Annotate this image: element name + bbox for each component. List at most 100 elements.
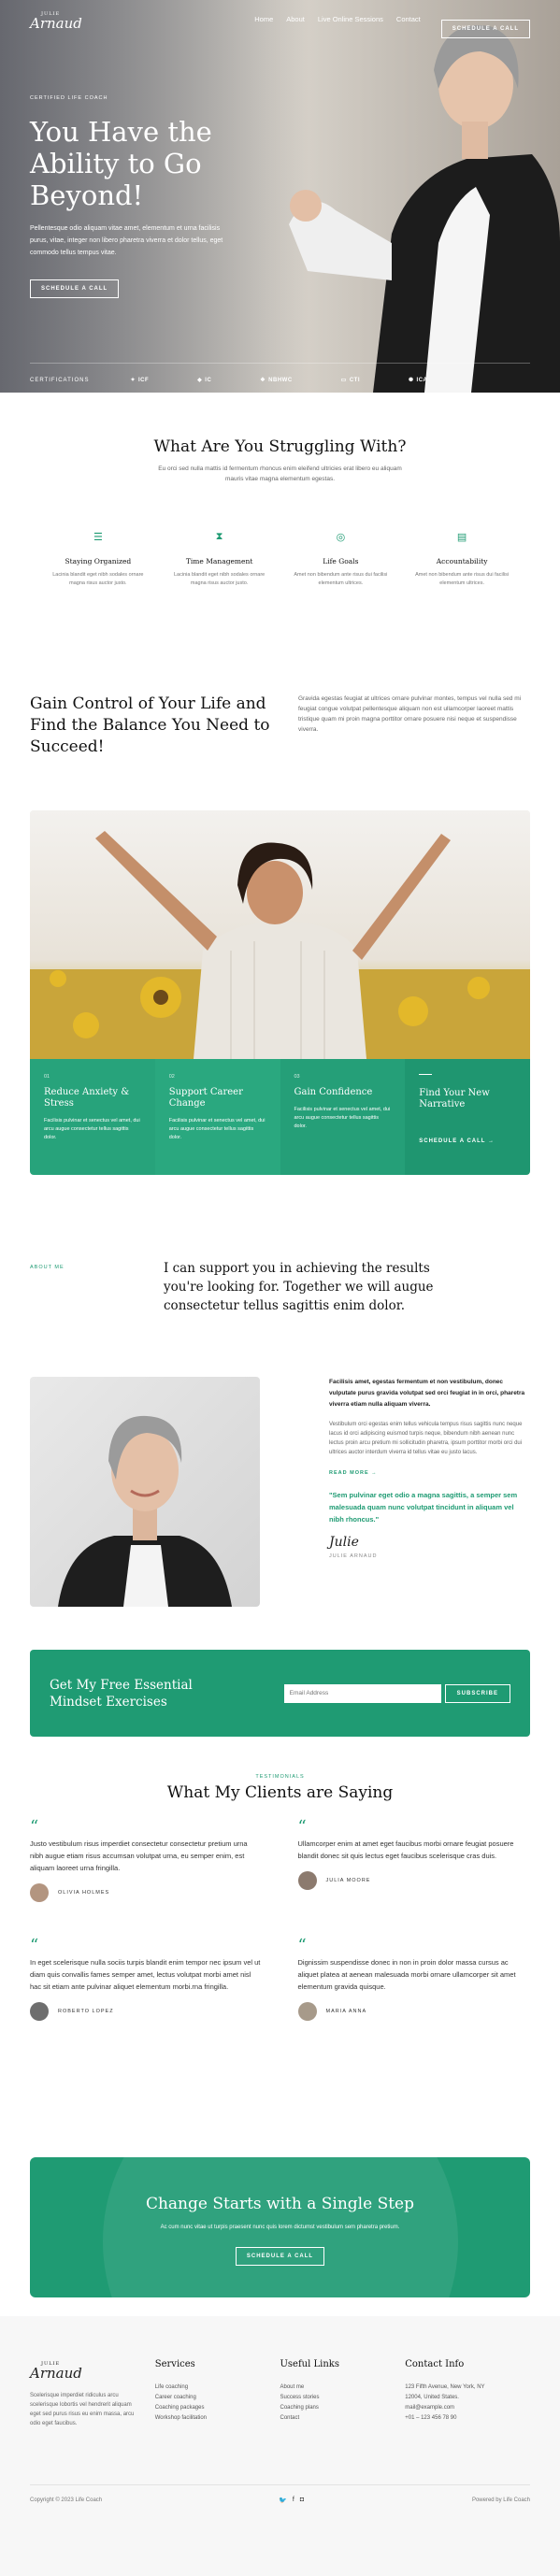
tile-divider xyxy=(419,1074,433,1075)
cert-badge-icon: ▭ CTI xyxy=(340,377,361,384)
benefit-tile: 03 Gain Confidence Facilisis pulvinar et… xyxy=(280,1059,406,1175)
nav-links: Home About Live Online Sessions Contact xyxy=(254,15,421,23)
testimonial-card: “ Dignissim suspendisse donec in non in … xyxy=(297,1938,531,2021)
cert-badge-icon: ◆ IC xyxy=(197,377,212,384)
benefit-tile: 02 Support Career Change Facilisis pulvi… xyxy=(154,1059,280,1175)
nav-schedule-button[interactable]: SCHEDULE A CALL xyxy=(440,20,530,38)
about-eyebrow: ABOUT ME xyxy=(30,1265,65,1270)
footer-link[interactable]: Coaching packages xyxy=(155,2403,280,2413)
author-name: MARIA ANNA xyxy=(325,2009,367,2014)
nav-link-home[interactable]: Home xyxy=(254,15,273,23)
footer-about: JULIE Arnaud Scelerisque imperdiet ridicu… xyxy=(30,2359,155,2428)
testimonials-grid: “ Justo vestibulum risus imperdiet conse… xyxy=(0,1802,560,2021)
contact-phone[interactable]: +01 – 123 456 78 90 xyxy=(405,2413,530,2424)
hero-schedule-button[interactable]: SCHEDULE A CALL xyxy=(30,279,120,298)
certifications-label: CERTIFICATIONS xyxy=(30,377,90,383)
tile-schedule-label: SCHEDULE A CALL xyxy=(419,1138,486,1144)
avatar xyxy=(30,2002,49,2021)
bio-lead: Facilisis amet, egestas fermentum et non… xyxy=(329,1379,525,1408)
bio-paragraph: Vestibulum orci egestas enim tellus vehi… xyxy=(329,1422,523,1455)
tile-title: Find Your New Narrative xyxy=(419,1088,490,1109)
author-name: ROBERTO LOPEZ xyxy=(58,2009,114,2014)
footer-link[interactable]: Coaching plans xyxy=(280,2403,406,2413)
cta-text: Ac cum nunc vitae ut turpis praesent nun… xyxy=(160,2225,400,2230)
feature-text: Lacinia blandit eget nibh sodales ornare… xyxy=(174,572,266,586)
footer-link[interactable]: About me xyxy=(280,2383,406,2393)
instagram-icon[interactable]: ◘ xyxy=(300,2497,304,2504)
footer-services: Services Life coaching Career coaching C… xyxy=(155,2359,280,2428)
read-more-label: READ MORE xyxy=(329,1470,369,1476)
contact-email[interactable]: mail@example.com xyxy=(405,2403,530,2413)
cert-badge-icon: ❖ NBHWC xyxy=(260,377,293,384)
feature-text: Amet non bibendum ante risus dui facilis… xyxy=(415,572,510,586)
tile-number: 01 xyxy=(44,1074,50,1080)
footer-link[interactable]: Contact xyxy=(280,2413,406,2424)
narrative-tile: Find Your New Narrative SCHEDULE A CALL … xyxy=(405,1059,530,1175)
tile-schedule-link[interactable]: SCHEDULE A CALL → xyxy=(419,1138,516,1144)
footer-columns: JULIE Arnaud Scelerisque imperdiet ridicu… xyxy=(30,2359,530,2428)
bio-section: Facilisis amet, egestas fermentum et non… xyxy=(0,1377,560,1650)
footer-link[interactable]: Workshop facilitation xyxy=(155,2413,280,2424)
feature-item: ☰ Staying Organized Lacinia blandit eget… xyxy=(47,531,150,588)
tile-text: Facilisis pulvinar et senectus vel amet,… xyxy=(294,1107,391,1129)
hero-section: JULIE Arnaud Home About Live Online Sessi… xyxy=(0,0,560,393)
cta-schedule-button[interactable]: SCHEDULE A CALL xyxy=(235,2247,325,2266)
cert-label: CTI xyxy=(349,377,361,383)
target-icon: ◎ xyxy=(336,532,346,543)
sunflower-photo xyxy=(30,810,530,1059)
contact-address: 123 Fifth Avenue, New York, NY xyxy=(405,2384,485,2390)
twitter-icon[interactable]: 🐦 xyxy=(279,2497,287,2504)
feature-title: Staying Organized xyxy=(65,557,132,565)
footer-logo[interactable]: JULIE Arnaud xyxy=(30,2359,155,2381)
gain-text: Gravida egestas feugiat at ultrices orna… xyxy=(298,695,522,733)
copyright-text: Copyright © 2023 Life Coach xyxy=(30,2497,103,2503)
coach-photo-svg xyxy=(58,1415,232,1607)
about-title: I can support you in achieving the resul… xyxy=(164,1261,434,1313)
subscribe-button[interactable]: SUBSCRIBE xyxy=(444,1683,510,1703)
testimonial-author: JULIA MOORE xyxy=(297,1871,531,1890)
hero-content: CERTIFIED LIFE COACH You Have the Abilit… xyxy=(30,95,301,298)
site-logo[interactable]: JULIE Arnaud xyxy=(30,9,82,31)
email-field[interactable] xyxy=(283,1683,441,1703)
quote-icon: “ xyxy=(297,1817,307,1837)
read-more-link[interactable]: READ MORE → xyxy=(329,1470,530,1476)
footer-link[interactable]: Career coaching xyxy=(155,2393,280,2403)
list-icon: ☰ xyxy=(93,532,103,543)
tile-number: 02 xyxy=(168,1074,175,1080)
feature-text: Amet non bibendum ante risus dui facilis… xyxy=(294,572,388,586)
footer-link[interactable]: Success stories xyxy=(280,2393,406,2403)
social-links: 🐦 f ◘ xyxy=(279,2497,304,2504)
tile-text: Facilisis pulvinar et senectus vel amet,… xyxy=(44,1118,140,1140)
testimonial-card: “ Justo vestibulum risus imperdiet conse… xyxy=(30,1819,263,1902)
tile-title: Reduce Anxiety & Stress xyxy=(44,1087,130,1109)
nav-link-about[interactable]: About xyxy=(286,15,305,23)
quote-icon: “ xyxy=(30,1936,39,1955)
feature-item: ⧗ Time Management Lacinia blandit eget n… xyxy=(168,531,271,588)
tile-text: Facilisis pulvinar et senectus vel amet,… xyxy=(168,1118,266,1140)
cert-label: IC xyxy=(205,377,212,383)
benefit-tiles: 01 Reduce Anxiety & Stress Facilisis pul… xyxy=(30,1059,530,1175)
certifications-bar: CERTIFICATIONS ✦ ICF ◆ IC ❖ NBHWC ▭ CTI ✺ ICA xyxy=(30,363,530,383)
footer-contact-title: Contact Info xyxy=(405,2359,465,2369)
cert-badge-icon: ✺ ICA xyxy=(409,377,428,384)
nav-link-contact[interactable]: Contact xyxy=(396,15,421,23)
about-section: ABOUT ME I can support you in achieving … xyxy=(0,1175,560,1377)
cert-badge-icon: ✦ ICF xyxy=(130,377,150,384)
testimonial-text: In eget scelerisque nulla sociis turpis … xyxy=(30,1958,261,1991)
woman-in-sunflowers-image xyxy=(30,831,530,1059)
hero-text: Pellentesque odio aliquam vitae amet, el… xyxy=(30,225,223,256)
feature-item: ▤ Accountability Amet non bibendum ante … xyxy=(410,531,513,588)
gain-title: Gain Control of Your Life and Find the B… xyxy=(30,694,270,756)
nav-link-live-sessions[interactable]: Live Online Sessions xyxy=(318,15,383,23)
cert-label: NBHWC xyxy=(268,377,293,383)
struggle-section: What Are You Struggling With? Eu orci se… xyxy=(0,393,560,694)
struggle-subtitle: Eu orci sed nulla mattis id fermentum rh… xyxy=(158,465,402,482)
facebook-icon[interactable]: f xyxy=(293,2497,294,2504)
benefit-tile: 01 Reduce Anxiety & Stress Facilisis pul… xyxy=(30,1059,155,1175)
hourglass-icon: ⧗ xyxy=(215,531,223,542)
cta-title: Change Starts with a Single Step xyxy=(145,2195,415,2213)
testimonial-card: “ In eget scelerisque nulla sociis turpi… xyxy=(30,1936,263,2021)
author-name: JULIA MOORE xyxy=(325,1878,371,1883)
arrow-right-icon: → xyxy=(371,1470,378,1476)
footer-link[interactable]: Life coaching xyxy=(155,2383,280,2393)
